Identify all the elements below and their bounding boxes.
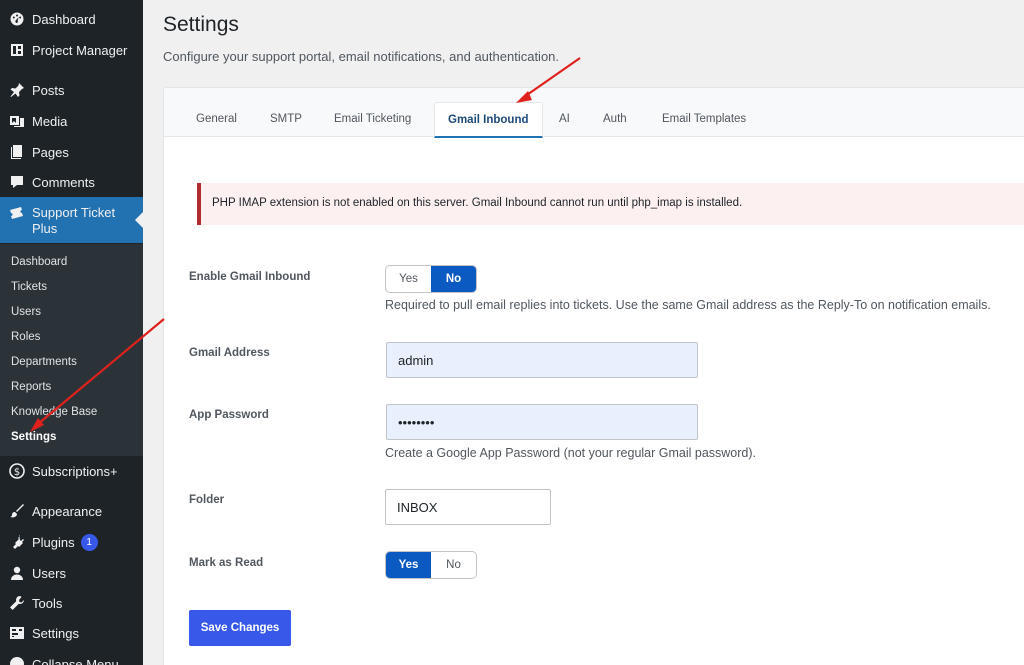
- menu-label: Media: [32, 113, 68, 129]
- menu-label: Plugins: [32, 534, 75, 550]
- tab-auth[interactable]: Auth: [603, 113, 627, 125]
- menu-support-ticket-plus[interactable]: Support Ticket Plus: [0, 197, 143, 243]
- mark-read-yes-option[interactable]: Yes: [386, 552, 431, 578]
- gmail-address-label: Gmail Address: [189, 347, 270, 359]
- tab-general[interactable]: General: [196, 113, 237, 125]
- submenu-departments[interactable]: Departments: [11, 356, 77, 368]
- submenu-users[interactable]: Users: [11, 306, 41, 318]
- wrench-icon: [9, 595, 25, 611]
- tab-email-templates[interactable]: Email Templates: [662, 113, 746, 125]
- folder-input[interactable]: [385, 489, 551, 525]
- menu-appearance[interactable]: Appearance: [0, 496, 143, 526]
- brush-icon: [9, 503, 25, 519]
- plug-icon: [9, 534, 25, 550]
- enable-gmail-inbound-label: Enable Gmail Inbound: [189, 271, 311, 283]
- plugins-update-badge: 1: [80, 533, 98, 551]
- svg-text:$: $: [14, 467, 20, 478]
- pin-icon: [9, 82, 25, 98]
- mark-as-read-label: Mark as Read: [189, 557, 264, 569]
- user-icon: [9, 565, 25, 581]
- comment-icon: [9, 174, 25, 190]
- menu-label: Posts: [32, 82, 65, 98]
- menu-label: Project Manager: [32, 42, 128, 58]
- submenu-reports[interactable]: Reports: [11, 381, 51, 393]
- main-content: Settings Configure your support portal, …: [143, 0, 1024, 665]
- project-icon: [9, 42, 25, 58]
- enable-help-text: Required to pull email replies into tick…: [385, 298, 991, 312]
- menu-tools[interactable]: Tools: [0, 588, 143, 618]
- admin-sidebar: Dashboard Project Manager Posts Media Pa…: [0, 0, 143, 665]
- page-subtitle: Configure your support portal, email not…: [163, 49, 560, 64]
- menu-label: Comments: [32, 174, 95, 190]
- settings-panel: General SMTP Email Ticketing Gmail Inbou…: [163, 87, 1024, 665]
- menu-project-manager[interactable]: Project Manager: [0, 35, 143, 65]
- submenu: Dashboard Tickets Users Roles Department…: [0, 244, 143, 456]
- tab-gmail-inbound[interactable]: Gmail Inbound: [434, 102, 543, 138]
- app-password-label: App Password: [189, 409, 269, 421]
- menu-plugins[interactable]: Plugins 1: [0, 527, 143, 557]
- menu-label: Pages: [32, 144, 69, 160]
- app-password-help: Create a Google App Password (not your r…: [385, 446, 757, 460]
- active-indicator: [135, 212, 143, 228]
- submenu-roles[interactable]: Roles: [11, 331, 40, 343]
- menu-settings[interactable]: Settings: [0, 618, 143, 648]
- collapse-icon: [9, 656, 25, 665]
- error-notice: PHP IMAP extension is not enabled on thi…: [197, 183, 1024, 225]
- menu-label: Appearance: [32, 503, 103, 519]
- settings-icon: [9, 625, 25, 641]
- tab-bar: General SMTP Email Ticketing Gmail Inbou…: [164, 88, 1024, 138]
- menu-subscriptions[interactable]: $ Subscriptions+: [0, 456, 143, 486]
- submenu-tickets[interactable]: Tickets: [11, 281, 47, 293]
- menu-label: Dashboard: [32, 11, 96, 27]
- submenu-knowledge-base[interactable]: Knowledge Base: [11, 406, 97, 418]
- menu-label: Tools: [32, 595, 63, 611]
- app-password-input[interactable]: [386, 404, 698, 440]
- dashboard-icon: [9, 11, 25, 27]
- gmail-address-input[interactable]: [386, 342, 698, 378]
- tab-smtp[interactable]: SMTP: [270, 113, 302, 125]
- ticket-icon: [9, 205, 25, 221]
- menu-label: Settings: [32, 625, 79, 641]
- enable-gmail-inbound-toggle: Yes No: [385, 265, 477, 293]
- menu-users[interactable]: Users: [0, 558, 143, 588]
- menu-pages[interactable]: Pages: [0, 137, 143, 167]
- folder-label: Folder: [189, 494, 225, 506]
- mark-as-read-toggle: Yes No: [385, 551, 477, 579]
- enable-no-option[interactable]: No: [431, 266, 476, 292]
- dollar-icon: $: [9, 463, 25, 479]
- tab-email-ticketing[interactable]: Email Ticketing: [334, 113, 411, 125]
- save-changes-button[interactable]: Save Changes: [189, 610, 291, 646]
- tab-ai[interactable]: AI: [559, 113, 570, 125]
- menu-comments[interactable]: Comments: [0, 167, 143, 197]
- menu-media[interactable]: Media: [0, 106, 143, 136]
- menu-label: Support Ticket Plus: [32, 205, 116, 236]
- menu-posts[interactable]: Posts: [0, 75, 143, 105]
- menu-label: Subscriptions+: [32, 463, 118, 479]
- submenu-settings[interactable]: Settings: [11, 431, 56, 443]
- menu-dashboard[interactable]: Dashboard: [0, 4, 143, 34]
- menu-label: Collapse Menu: [32, 656, 119, 665]
- media-icon: [9, 113, 25, 129]
- mark-read-no-option[interactable]: No: [431, 552, 476, 578]
- page-title: Settings: [163, 13, 239, 36]
- submenu-dashboard[interactable]: Dashboard: [11, 256, 67, 268]
- menu-label: Users: [32, 565, 66, 581]
- enable-yes-option[interactable]: Yes: [386, 266, 431, 292]
- pages-icon: [9, 144, 25, 160]
- menu-collapse[interactable]: Collapse Menu: [0, 649, 143, 665]
